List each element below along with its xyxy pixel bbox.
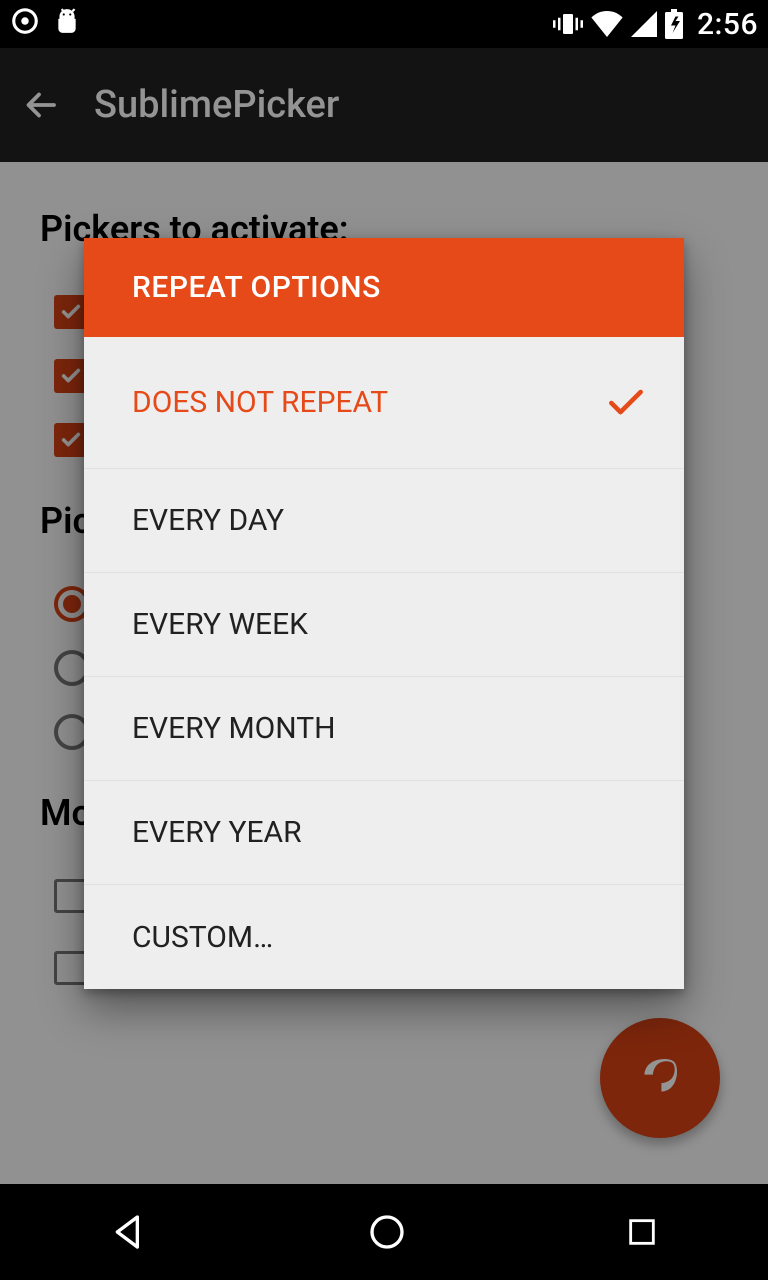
option-label: EVERY WEEK: [132, 607, 308, 642]
status-clock: 2:56: [697, 7, 758, 42]
option-label: CUSTOM…: [132, 920, 273, 955]
repeat-option-every-year[interactable]: EVERY YEAR: [84, 781, 684, 885]
app-icon-a: [10, 6, 40, 43]
status-bar: 2:56: [0, 0, 768, 48]
wifi-icon: [591, 11, 623, 37]
vibrate-icon: [553, 11, 583, 37]
repeat-option-every-day[interactable]: EVERY DAY: [84, 469, 684, 573]
option-label: EVERY YEAR: [132, 815, 302, 850]
nav-bar: [0, 1184, 768, 1280]
nav-back-icon[interactable]: [109, 1212, 149, 1252]
dialog-title: REPEAT OPTIONS: [84, 238, 684, 337]
cell-signal-icon: [631, 11, 657, 37]
android-debug-icon: [54, 6, 80, 43]
repeat-option-does-not-repeat[interactable]: DOES NOT REPEAT: [84, 337, 684, 469]
battery-charging-icon: [665, 9, 683, 39]
option-label: EVERY DAY: [132, 503, 284, 538]
nav-home-icon[interactable]: [367, 1212, 407, 1252]
option-label: DOES NOT REPEAT: [132, 385, 388, 420]
nav-recent-icon[interactable]: [625, 1215, 659, 1249]
repeat-option-every-week[interactable]: EVERY WEEK: [84, 573, 684, 677]
option-label: EVERY MONTH: [132, 711, 336, 746]
repeat-option-custom[interactable]: CUSTOM…: [84, 885, 684, 989]
check-icon: [604, 381, 648, 425]
repeat-options-dialog: REPEAT OPTIONS DOES NOT REPEAT EVERY DAY…: [84, 238, 684, 989]
repeat-option-every-month[interactable]: EVERY MONTH: [84, 677, 684, 781]
